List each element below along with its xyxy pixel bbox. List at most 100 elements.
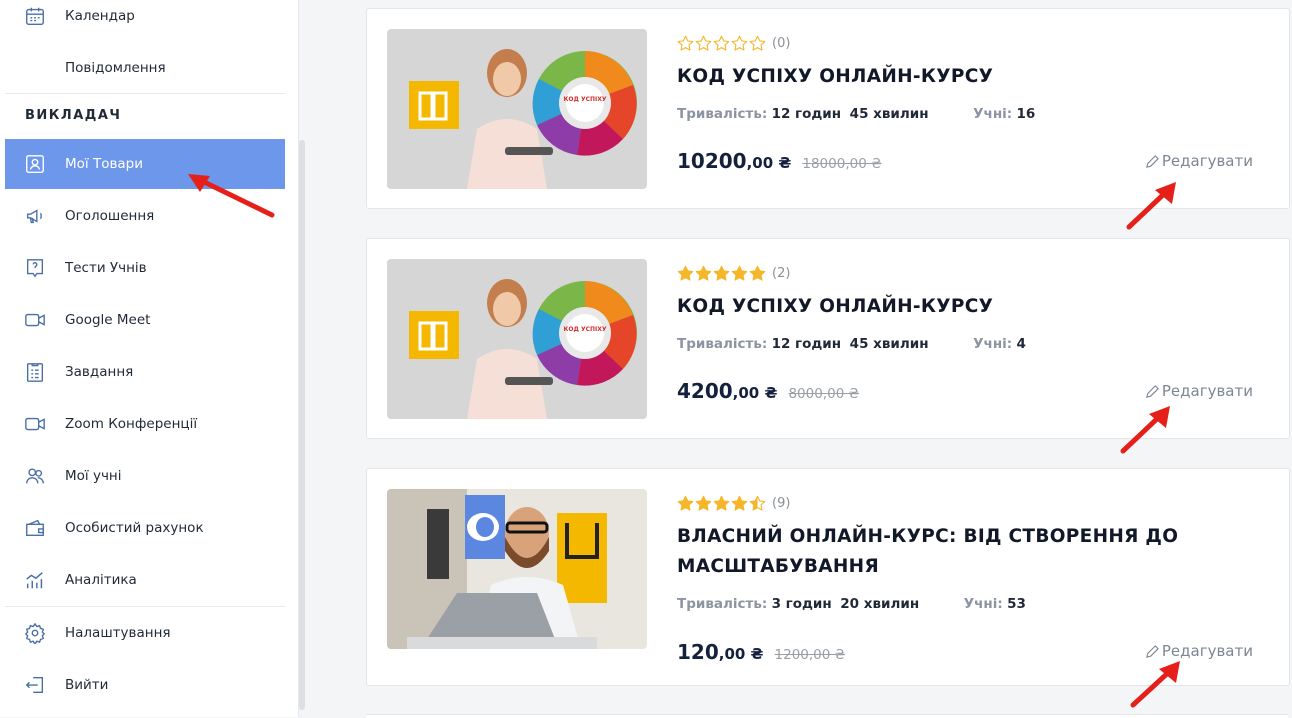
sidebar-item-label: Мої учні [65,468,122,484]
gear-icon [23,621,47,645]
price: 120,00 ₴ 1200,00 ₴ [677,640,845,664]
star-icon [677,35,694,51]
course-title[interactable]: ВЛАСНИЙ ОНЛАЙН-КУРС: ВІД СТВОРЕННЯ ДО МА… [677,522,1219,582]
duration-label: Тривалість: [677,336,768,352]
rating-count: (9) [772,496,791,511]
price-main: 10200 [677,149,747,173]
sidebar-item-label: Zoom Конференції [65,416,198,432]
duration-label: Тривалість: [677,106,768,122]
old-price: 18000,00 ₴ [802,156,882,172]
star-icon [695,495,712,511]
price: 4200,00 ₴ 8000,00 ₴ [677,379,859,403]
star-icon [749,495,766,511]
sidebar-item-my-students[interactable]: Мої учні [5,451,285,501]
sidebar-item-tasks[interactable]: Завдання [5,347,285,397]
star-icon [677,495,694,511]
calendar-icon [23,4,47,28]
edit-button[interactable]: Редагувати [1145,152,1253,170]
megaphone-icon [23,204,47,228]
course-meta: Тривалість: 12 годин 45 хвилин Учні: 16 [677,106,1035,122]
video-camera-icon [23,412,47,436]
sidebar-item-label: Мої Товари [65,156,144,172]
red-arrow-annotation [1120,406,1170,454]
quiz-icon [23,256,47,280]
course-meta: Тривалість: 12 годин 45 хвилин Учні: 4 [677,336,1026,352]
price: 10200,00 ₴ 18000,00 ₴ [677,149,882,173]
sidebar-item-calendar[interactable]: Календар [5,0,285,41]
course-thumbnail[interactable]: КОД УСПІХУ [387,29,647,189]
wallet-icon [23,516,47,540]
course-thumbnail[interactable]: КОД УСПІХУ [387,259,647,419]
divider [5,606,285,607]
red-arrow-annotation [1130,661,1180,708]
star-icon [731,265,748,281]
sidebar-item-label: Тести Учнів [65,260,147,276]
students-label: Учні: [973,336,1013,352]
rating-stars: (0) [677,35,790,52]
svg-text:КОД УСПІХУ: КОД УСПІХУ [564,96,607,103]
sidebar-item-settings[interactable]: Налаштування [5,608,285,658]
logout-icon [23,673,47,697]
duration-hours: 12 годин [771,106,842,122]
course-meta: Тривалість: 3 годин 20 хвилин Учні: 53 [677,596,1026,612]
video-camera-icon [23,308,47,332]
sidebar-item-label: Особистий рахунок [65,520,204,536]
rating-count: (2) [772,266,791,281]
divider [5,93,285,94]
course-title[interactable]: КОД УСПІХУ ОНЛАЙН-КУРСУ [677,62,1219,92]
section-heading: ВИКЛАДАЧ [25,108,122,123]
svg-text:КОД УСПІХУ: КОД УСПІХУ [564,326,607,333]
old-price: 1200,00 ₴ [774,647,846,663]
rating-count: (0) [772,36,791,51]
price-decimal: ,00 ₴ [732,384,778,402]
duration-minutes: 45 хвилин [849,336,929,352]
duration-minutes: 45 хвилин [849,106,929,122]
star-icon [695,35,712,51]
users-icon [23,464,47,488]
students-count: 53 [1007,596,1026,612]
duration-hours: 3 годин [771,596,832,612]
sidebar-item-label: Вийти [65,677,109,693]
sidebar-item-personal-account[interactable]: Особистий рахунок [5,503,285,553]
sidebar-item-zoom[interactable]: Zoom Конференції [5,399,285,449]
sidebar-scrollbar[interactable] [299,140,305,710]
red-arrow-annotation [1126,182,1176,230]
sidebar-item-label: Оголошення [65,208,155,224]
star-icon [677,265,694,281]
sidebar-item-logout[interactable]: Вийти [5,660,285,710]
price-decimal: ,00 ₴ [746,154,792,172]
sidebar-item-label: Аналітика [65,572,137,588]
clipboard-icon [23,360,47,384]
price-main: 4200 [677,379,733,403]
duration-label: Тривалість: [677,596,768,612]
sidebar: Календар Повідомлення ВИКЛАДАЧ Мої Товар… [0,0,299,717]
sidebar-item-student-tests[interactable]: Тести Учнів [5,243,285,293]
star-icon [731,495,748,511]
duration-hours: 12 годин [771,336,842,352]
star-icon [731,35,748,51]
students-count: 16 [1016,106,1036,122]
price-main: 120 [677,640,719,664]
star-icon [713,35,730,51]
sidebar-item-messages[interactable]: Повідомлення [5,43,285,93]
sidebar-item-google-meet[interactable]: Google Meet [5,295,285,345]
star-icon [695,265,712,281]
course-card[interactable]: (9) ВЛАСНИЙ ОНЛАЙН-КУРС: ВІД СТВОРЕННЯ Д… [366,468,1290,686]
sidebar-item-label: Завдання [65,364,134,380]
rating-stars: (9) [677,495,790,512]
students-label: Учні: [963,596,1003,612]
star-icon [713,265,730,281]
pencil-icon [1145,384,1159,398]
students-label: Учні: [973,106,1013,122]
edit-button[interactable]: Редагувати [1145,382,1253,400]
sidebar-item-label: Google Meet [65,312,151,328]
old-price: 8000,00 ₴ [788,386,860,402]
star-icon [713,495,730,511]
sidebar-item-analytics[interactable]: Аналітика [5,555,285,605]
course-title[interactable]: КОД УСПІХУ ОНЛАЙН-КУРСУ [677,292,1219,322]
sidebar-item-label: Повідомлення [65,60,166,76]
edit-label: Редагувати [1161,152,1253,170]
sidebar-item-label: Налаштування [65,625,171,641]
course-thumbnail[interactable] [387,489,647,649]
chart-icon [23,568,47,592]
